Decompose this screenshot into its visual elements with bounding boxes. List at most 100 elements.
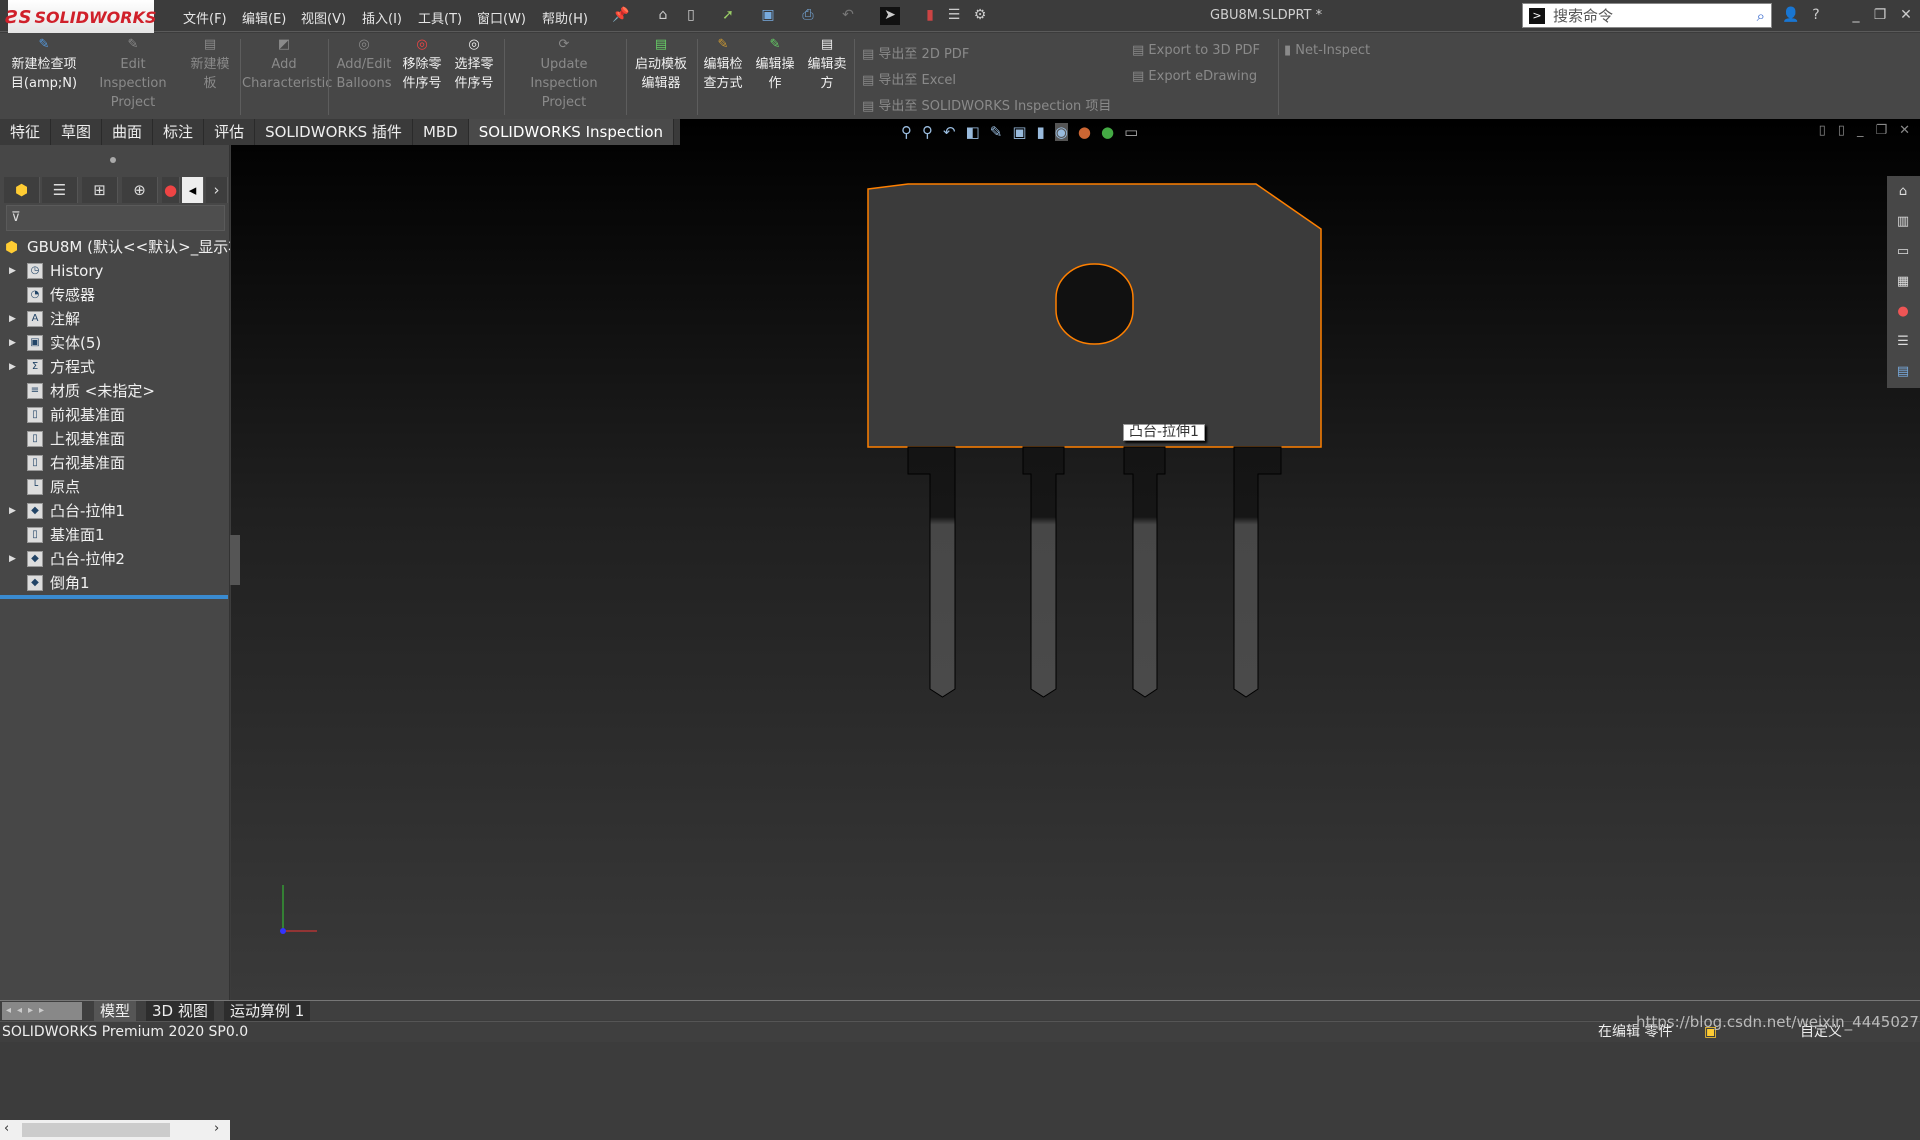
panel-grip[interactable] bbox=[110, 157, 116, 163]
open-icon[interactable]: ➚ bbox=[720, 7, 736, 25]
export-inspection-project-button[interactable]: ▤ 导出至 SOLIDWORKS Inspection 项目 bbox=[862, 95, 1111, 114]
tab-3d-view[interactable]: 3D 视图 bbox=[146, 1001, 214, 1021]
tree-filter[interactable]: ⊽ bbox=[6, 205, 225, 231]
tab-7[interactable]: SOLIDWORKS Inspection bbox=[468, 119, 675, 145]
tree-item[interactable]: ▶ ▣ 实体(5) bbox=[0, 331, 230, 355]
scroll-left-arrow-icon[interactable]: ‹ bbox=[4, 1121, 9, 1136]
design-library-icon[interactable]: ▥ bbox=[1893, 214, 1913, 234]
export-2d-pdf-button[interactable]: ▤ 导出至 2D PDF bbox=[862, 43, 969, 62]
edit-operations-button[interactable]: ✎ 编辑操作 bbox=[752, 37, 798, 93]
dimxpert-tab-icon[interactable]: ⊕ bbox=[122, 177, 158, 203]
zoom-area-icon[interactable]: ⚲ bbox=[922, 123, 933, 141]
menu-window[interactable]: 窗口(W) bbox=[477, 8, 526, 27]
rollback-bar[interactable] bbox=[0, 595, 228, 599]
previous-view-icon[interactable]: ↶ bbox=[943, 123, 956, 141]
scrollbar-thumb[interactable] bbox=[22, 1123, 170, 1137]
tree-item[interactable]: ▶ ◷ History bbox=[0, 259, 230, 283]
tab-2[interactable]: 曲面 bbox=[102, 119, 154, 145]
new-document-icon[interactable]: ▯ bbox=[683, 7, 699, 25]
viewport-close-icon[interactable]: ✕ bbox=[1899, 123, 1910, 138]
custom-properties-icon[interactable]: ☰ bbox=[1893, 334, 1913, 354]
tree-item[interactable]: ▶ ◆ 凸台-拉伸2 bbox=[0, 547, 230, 571]
file-properties-icon[interactable]: ☰ bbox=[946, 7, 962, 25]
undo-icon[interactable]: ↶ bbox=[840, 7, 856, 25]
tree-root[interactable]: ⬢ GBU8M (默认<<默认>_显示状态 1>) bbox=[0, 235, 230, 259]
tree-item[interactable]: └ 原点 bbox=[0, 475, 230, 499]
appearances-icon[interactable]: ● bbox=[1893, 304, 1913, 324]
restore-icon[interactable]: ❐ bbox=[1872, 7, 1888, 25]
viewport-restore-icon[interactable]: ❐ bbox=[1875, 123, 1887, 138]
dynamic-annotation-icon[interactable]: ✎ bbox=[990, 123, 1003, 141]
export-3d-pdf-button[interactable]: ▤ Export to 3D PDF bbox=[1132, 43, 1260, 58]
configuration-manager-tab-icon[interactable]: ⊞ bbox=[82, 177, 118, 203]
save-icon[interactable]: ▣ bbox=[760, 7, 776, 25]
expand-arrow-icon[interactable]: ▶ bbox=[9, 547, 16, 571]
tree-item[interactable]: ▶ A 注解 bbox=[0, 307, 230, 331]
new-template-button[interactable]: ▤ 新建模板 bbox=[182, 37, 238, 93]
home-icon[interactable]: ⌂ bbox=[655, 7, 671, 25]
tree-item[interactable]: ▶ Σ 方程式 bbox=[0, 355, 230, 379]
print-icon[interactable]: ⎙ bbox=[800, 7, 816, 25]
scroll-right-icon[interactable]: › bbox=[206, 177, 228, 203]
menu-insert[interactable]: 插入(I) bbox=[362, 8, 402, 27]
net-inspect-button[interactable]: ▮ Net-Inspect bbox=[1284, 43, 1370, 58]
file-explorer-icon[interactable]: ▭ bbox=[1893, 244, 1913, 264]
expand-arrow-icon[interactable]: ▶ bbox=[9, 499, 16, 523]
view-orientation-icon[interactable]: ▣ bbox=[1012, 123, 1026, 141]
tab-scroll-arrows[interactable]: ◂◂▸▸ bbox=[2, 1002, 82, 1020]
forum-icon[interactable]: ▤ bbox=[1893, 364, 1913, 384]
display-style-icon[interactable]: ▮ bbox=[1037, 123, 1045, 141]
update-inspection-project-button[interactable]: ⟳ Update Inspection Project bbox=[506, 37, 622, 112]
tree-item[interactable]: ▶ ◆ 凸台-拉伸1 bbox=[0, 499, 230, 523]
pin-icon[interactable]: 📌 bbox=[612, 7, 629, 25]
solidworks-resources-icon[interactable]: ⌂ bbox=[1893, 184, 1913, 204]
tree-item[interactable]: ◔ 传感器 bbox=[0, 283, 230, 307]
hide-show-icon[interactable]: ◉ bbox=[1054, 123, 1068, 141]
split-view2-icon[interactable]: ▯ bbox=[1838, 123, 1845, 138]
export-edrawing-button[interactable]: ▤ Export eDrawing bbox=[1132, 69, 1257, 84]
tree-item[interactable]: ≡ 材质 <未指定> bbox=[0, 379, 230, 403]
add-characteristic-button[interactable]: ◩ Add Characteristic bbox=[242, 37, 332, 93]
tab-0[interactable]: 特征 bbox=[0, 119, 52, 145]
edit-inspection-project-button[interactable]: ✎ Edit Inspection Project bbox=[86, 37, 180, 112]
menu-file[interactable]: 文件(F) bbox=[183, 8, 227, 27]
horizontal-scrollbar[interactable]: ‹ › bbox=[0, 1120, 230, 1140]
graphics-area[interactable]: 凸台-拉伸1 ⚲ ⚲ ↶ ◧ ✎ ▣ ▮ ◉ ● ● ▭ ▯ ▯ _ ❐ ✕ bbox=[231, 119, 1920, 1000]
tab-5[interactable]: SOLIDWORKS 插件 bbox=[255, 119, 413, 145]
tree-item[interactable]: ▯ 上视基准面 bbox=[0, 427, 230, 451]
edit-inspection-methods-button[interactable]: ✎ 编辑检 查方式 bbox=[700, 37, 746, 93]
tree-item[interactable]: ▯ 基准面1 bbox=[0, 523, 230, 547]
view-palette-icon[interactable]: ▦ bbox=[1893, 274, 1913, 294]
export-excel-button[interactable]: ▤ 导出至 Excel bbox=[862, 69, 956, 88]
user-icon[interactable]: 👤 bbox=[1782, 7, 1799, 25]
view-settings-icon[interactable]: ▭ bbox=[1124, 123, 1138, 141]
tree-item[interactable]: ▯ 前视基准面 bbox=[0, 403, 230, 427]
options-gear-icon[interactable]: ⚙ bbox=[972, 7, 988, 25]
tab-4[interactable]: 评估 bbox=[204, 119, 256, 145]
tab-motion-study[interactable]: 运动算例 1 bbox=[224, 1001, 311, 1021]
remove-balloons-button[interactable]: ◎ 移除零 件序号 bbox=[398, 37, 446, 93]
expand-arrow-icon[interactable]: ▶ bbox=[9, 331, 16, 355]
expand-arrow-icon[interactable]: ▶ bbox=[9, 307, 16, 331]
launch-template-editor-button[interactable]: ▤ 启动模板 编辑器 bbox=[628, 37, 694, 93]
help-icon[interactable]: ? bbox=[1808, 7, 1824, 25]
edit-vendors-button[interactable]: ▤ 编辑卖方 bbox=[804, 37, 850, 93]
select-balloons-button[interactable]: ◎ 选择零 件序号 bbox=[450, 37, 498, 93]
tab-3[interactable]: 标注 bbox=[153, 119, 205, 145]
scroll-left-icon[interactable]: ◂ bbox=[182, 177, 204, 203]
tab-1[interactable]: 草图 bbox=[51, 119, 103, 145]
tree-item[interactable]: ▯ 右视基准面 bbox=[0, 451, 230, 475]
feature-manager-tab-icon[interactable]: ⬢ bbox=[4, 177, 40, 203]
new-inspection-project-button[interactable]: ✎ 新建检查项 目(amp;N) bbox=[4, 37, 84, 93]
menu-edit[interactable]: 编辑(E) bbox=[242, 8, 286, 27]
model-view[interactable] bbox=[231, 119, 1920, 1000]
viewport-minimize-icon[interactable]: _ bbox=[1857, 123, 1864, 138]
menu-view[interactable]: 视图(V) bbox=[301, 8, 346, 27]
minimize-icon[interactable]: _ bbox=[1848, 7, 1864, 25]
add-edit-balloons-button[interactable]: ◎ Add/Edit Balloons bbox=[332, 37, 396, 93]
rebuild-icon[interactable]: ▮ bbox=[922, 7, 938, 25]
tab-6[interactable]: MBD bbox=[413, 119, 469, 145]
display-manager-tab-icon[interactable]: ● bbox=[162, 177, 180, 203]
split-view-icon[interactable]: ▯ bbox=[1819, 123, 1826, 138]
scene-icon[interactable]: ● bbox=[1101, 123, 1114, 141]
